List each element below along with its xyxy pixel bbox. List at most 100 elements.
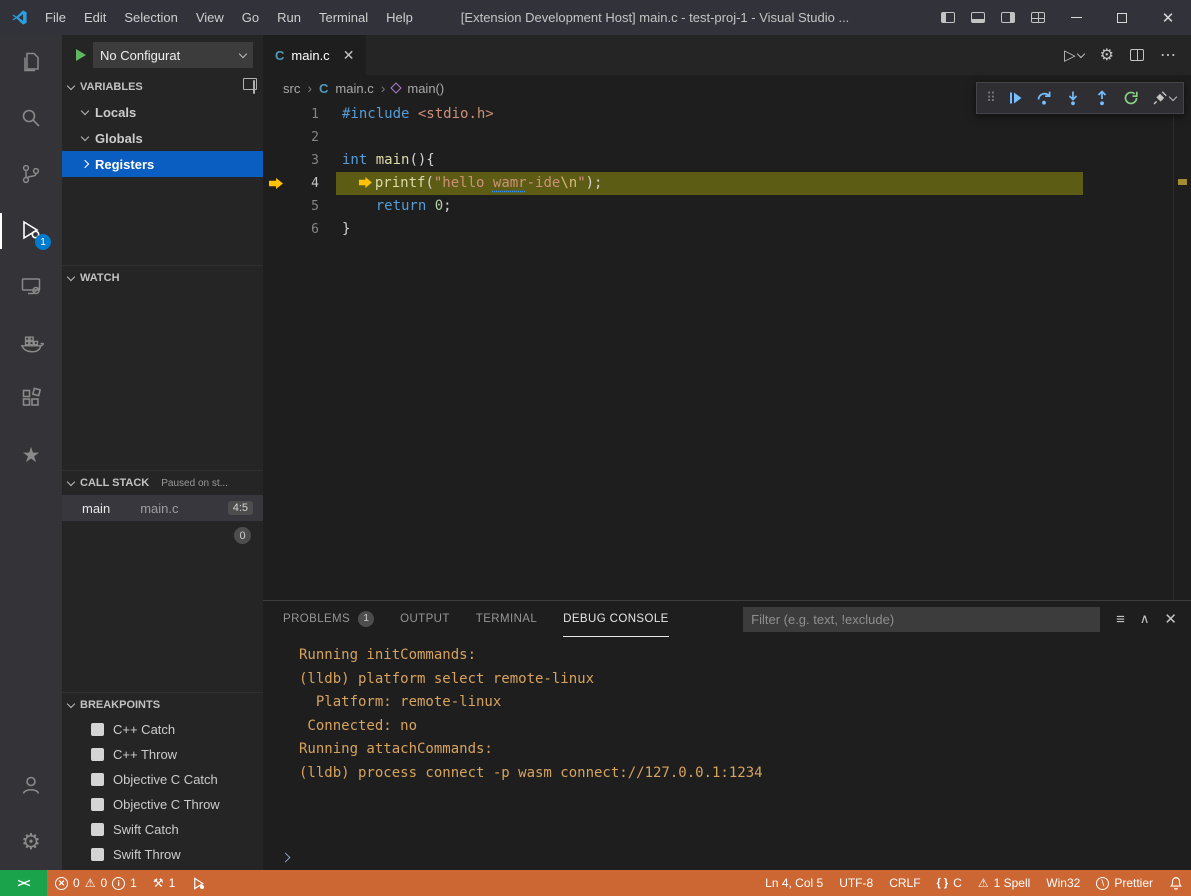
menu-file[interactable]: File: [36, 0, 75, 35]
glyph-margin[interactable]: [263, 218, 289, 241]
variables-view-action[interactable]: [253, 81, 255, 93]
breadcrumb-symbol[interactable]: main(): [407, 81, 444, 96]
debug-configuration-dropdown[interactable]: No Configurat: [93, 42, 253, 68]
breakpoint-row[interactable]: Objective C Catch: [62, 767, 263, 792]
code-line-5[interactable]: 5 return 0;: [263, 195, 1191, 218]
console-filter-input[interactable]: [743, 607, 1100, 632]
menu-run[interactable]: Run: [268, 0, 310, 35]
close-panel-icon[interactable]: ✕: [1164, 610, 1177, 628]
toggle-panel-button[interactable]: [963, 0, 993, 35]
sidebar-item-source-control[interactable]: [0, 147, 62, 203]
debug-console-output[interactable]: Running initCommands:(lldb) platform sel…: [263, 637, 1191, 844]
debug-status[interactable]: [183, 870, 214, 896]
step-into-button[interactable]: [1058, 84, 1087, 112]
code-line-6[interactable]: 6}: [263, 218, 1191, 241]
variables-item-registers[interactable]: Registers: [62, 151, 263, 177]
line-number[interactable]: 6: [289, 218, 319, 241]
code-line-3[interactable]: 3int main(){: [263, 149, 1191, 172]
code-line-4[interactable]: 4 printf("hello wamr-ide\n");: [263, 172, 1191, 195]
menu-edit[interactable]: Edit: [75, 0, 115, 35]
drag-grip-icon[interactable]: ⠿: [982, 90, 1000, 106]
breakpoint-checkbox[interactable]: [91, 773, 104, 786]
variables-item-locals[interactable]: Locals: [62, 99, 263, 125]
panel-tab-output[interactable]: OUTPUT: [400, 601, 450, 637]
breakpoint-checkbox[interactable]: [91, 848, 104, 861]
start-debugging-icon[interactable]: [76, 49, 86, 61]
minimize-button[interactable]: [1053, 0, 1099, 35]
breakpoint-checkbox[interactable]: [91, 748, 104, 761]
sidebar-item-extensions[interactable]: [0, 371, 62, 427]
sidebar-item-favorites[interactable]: ★: [0, 427, 62, 483]
line-number[interactable]: 2: [289, 126, 319, 149]
panel-tab-problems[interactable]: PROBLEMS1: [283, 601, 374, 637]
toggle-sidebar-button[interactable]: [933, 0, 963, 35]
variables-item-globals[interactable]: Globals: [62, 125, 263, 151]
split-editor-icon[interactable]: [1130, 49, 1144, 61]
breakpoint-checkbox[interactable]: [91, 823, 104, 836]
spell-status[interactable]: ⚠ 1 Spell: [970, 870, 1038, 896]
breakpoint-row[interactable]: C++ Catch: [62, 717, 263, 742]
encoding-status[interactable]: UTF-8: [831, 870, 881, 896]
close-button[interactable]: ✕: [1145, 0, 1191, 35]
toggle-secondary-sidebar-button[interactable]: [993, 0, 1023, 35]
line-number[interactable]: 5: [289, 195, 319, 218]
customize-layout-button[interactable]: [1023, 0, 1053, 35]
more-actions-icon[interactable]: ⋯: [1160, 45, 1177, 65]
call-stack-header[interactable]: CALL STACK Paused on st...: [62, 471, 263, 495]
menu-help[interactable]: Help: [377, 0, 422, 35]
sidebar-item-search[interactable]: [0, 91, 62, 147]
maximize-button[interactable]: [1099, 0, 1145, 35]
sidebar-item-explorer[interactable]: [0, 35, 62, 91]
breakpoint-row[interactable]: Swift Catch: [62, 817, 263, 842]
glyph-margin[interactable]: [263, 195, 289, 218]
debug-console-input[interactable]: [263, 844, 1191, 870]
line-number[interactable]: 4: [289, 172, 319, 195]
menu-selection[interactable]: Selection: [115, 0, 186, 35]
editor-settings-icon[interactable]: ⚙: [1100, 45, 1114, 65]
continue-button[interactable]: [1000, 84, 1029, 112]
maximize-panel-icon[interactable]: ∧: [1140, 611, 1150, 627]
cursor-position[interactable]: Ln 4, Col 5: [757, 870, 831, 896]
breakpoint-row[interactable]: Swift Throw: [62, 842, 263, 867]
breakpoint-checkbox[interactable]: [91, 723, 104, 736]
sidebar-item-run-and-debug[interactable]: 1: [0, 203, 62, 259]
notifications-button[interactable]: [1161, 870, 1191, 896]
breakpoint-row[interactable]: C++ Throw: [62, 742, 263, 767]
breakpoints-header[interactable]: BREAKPOINTS: [62, 693, 263, 717]
line-number[interactable]: 1: [289, 103, 319, 126]
stack-frame-row[interactable]: main main.c 4:5: [62, 495, 263, 521]
glyph-margin[interactable]: [263, 172, 289, 195]
restart-button[interactable]: [1116, 84, 1145, 112]
sidebar-item-remote-explorer[interactable]: [0, 259, 62, 315]
platform-status[interactable]: Win32: [1038, 870, 1088, 896]
step-out-button[interactable]: [1087, 84, 1116, 112]
sidebar-item-docker[interactable]: [0, 315, 62, 371]
line-number[interactable]: 3: [289, 149, 319, 172]
run-or-debug-button[interactable]: ▷: [1064, 46, 1084, 64]
breadcrumb-folder[interactable]: src: [283, 81, 300, 96]
glyph-margin[interactable]: [263, 149, 289, 172]
menu-view[interactable]: View: [187, 0, 233, 35]
code-editor[interactable]: 1#include <stdio.h>23int main(){4 printf…: [263, 101, 1191, 600]
watch-header[interactable]: WATCH: [62, 266, 263, 290]
step-over-button[interactable]: [1029, 84, 1058, 112]
menu-terminal[interactable]: Terminal: [310, 0, 377, 35]
breakpoint-checkbox[interactable]: [91, 798, 104, 811]
breadcrumb-file[interactable]: main.c: [335, 81, 373, 96]
tool-status[interactable]: ⚒ 1: [145, 870, 183, 896]
accounts-button[interactable]: [0, 758, 62, 814]
glyph-margin[interactable]: [263, 103, 289, 126]
language-status[interactable]: { } C: [929, 870, 970, 896]
problems-status[interactable]: ✕ 0 ⚠ 0 i 1: [47, 870, 145, 896]
eol-status[interactable]: CRLF: [881, 870, 928, 896]
prettier-status[interactable]: ⧵ Prettier: [1088, 870, 1161, 896]
tab-main-c[interactable]: C main.c ✕: [263, 35, 366, 75]
collapse-lines-icon[interactable]: ≡: [1116, 611, 1125, 628]
panel-tab-debug-console[interactable]: DEBUG CONSOLE: [563, 601, 669, 637]
manage-button[interactable]: ⚙: [0, 814, 62, 870]
variables-header[interactable]: VARIABLES: [62, 75, 263, 99]
tab-close-icon[interactable]: ✕: [343, 47, 355, 64]
glyph-margin[interactable]: [263, 126, 289, 149]
menu-go[interactable]: Go: [233, 0, 268, 35]
remote-indicator[interactable]: ><: [0, 870, 47, 896]
